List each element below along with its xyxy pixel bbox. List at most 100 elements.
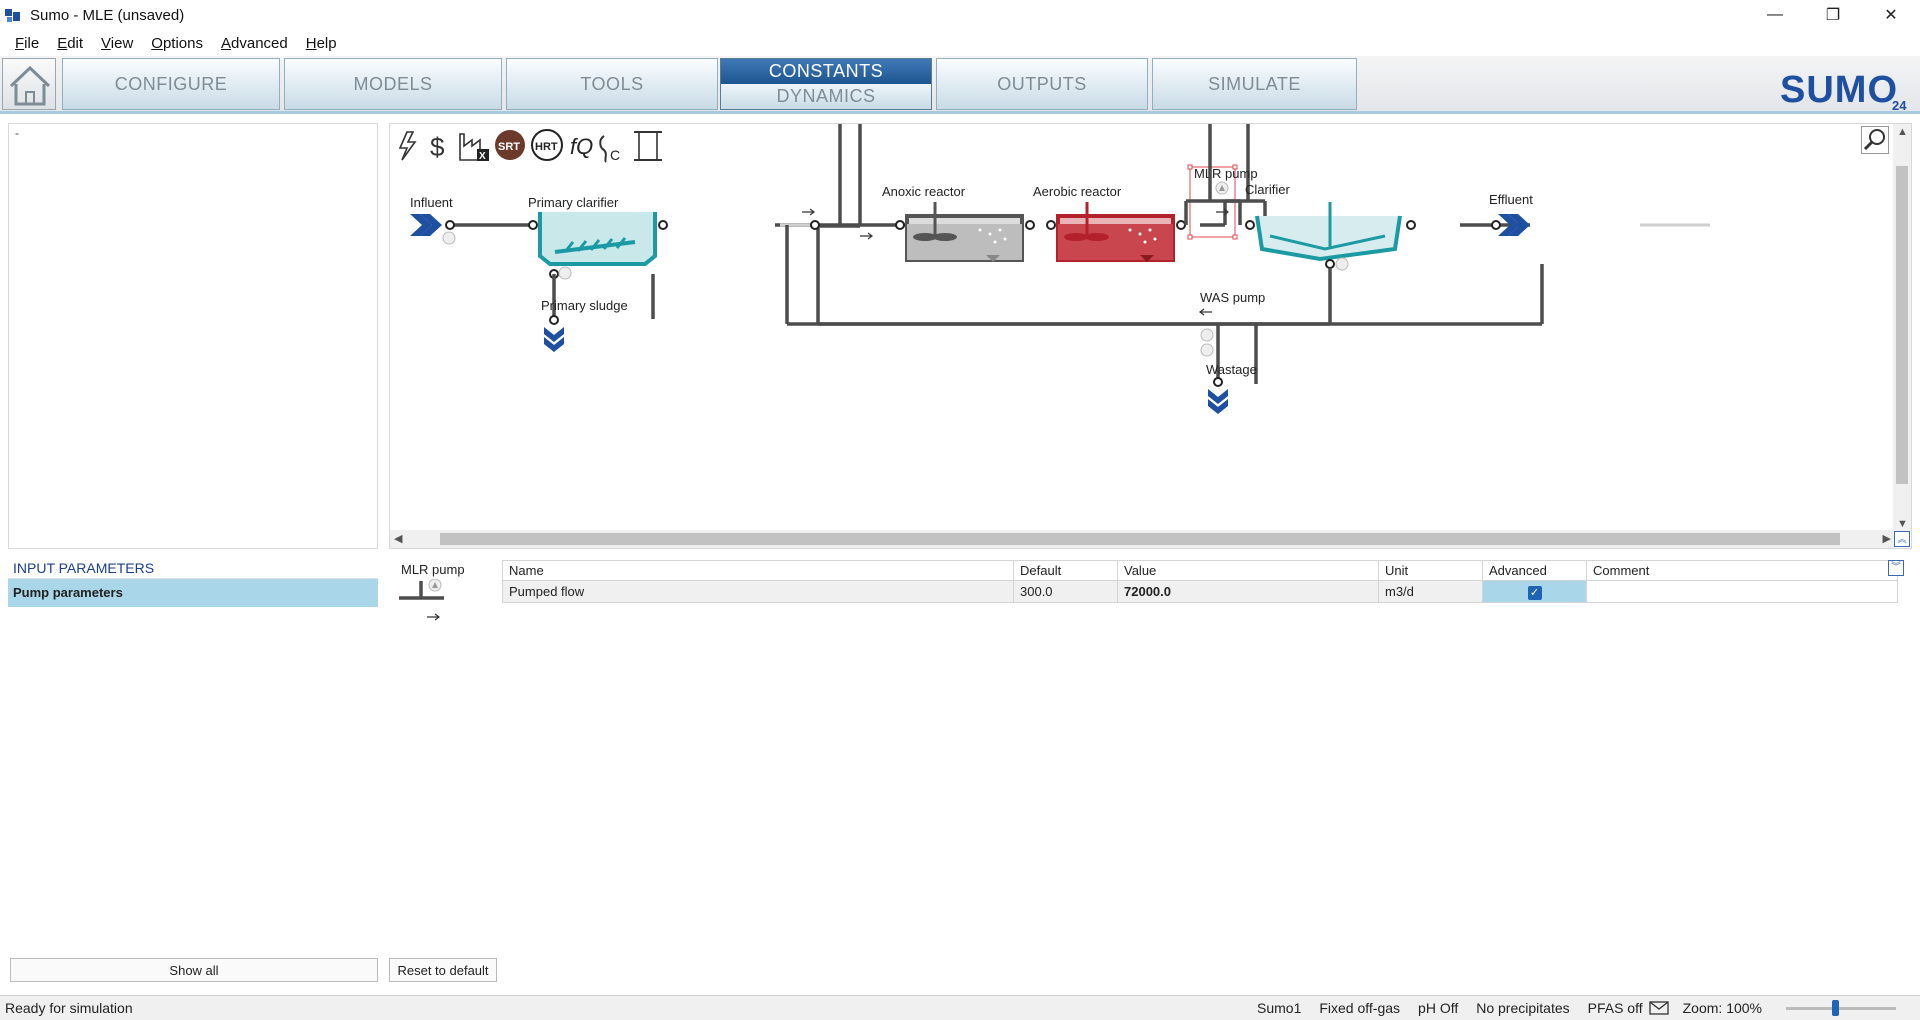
menu-help[interactable]: Help: [297, 35, 346, 52]
vertical-scroll-thumb[interactable]: [1896, 166, 1908, 484]
svg-text:SRT: SRT: [498, 141, 520, 153]
clarifier-label: Clarifier: [1245, 182, 1290, 197]
primary-sludge-block[interactable]: Primary sludge: [541, 274, 628, 352]
lightning-icon[interactable]: [398, 131, 417, 161]
reset-to-default-button[interactable]: Reset to default: [389, 958, 497, 982]
mail-icon[interactable]: [1648, 1001, 1669, 1015]
primary-sludge-label: Primary sludge: [541, 298, 628, 313]
svg-text:24: 24: [1892, 98, 1907, 112]
status-zoom: Zoom: 100%: [1682, 1000, 1762, 1016]
menu-view[interactable]: View: [92, 35, 142, 52]
horizontal-scroll-thumb[interactable]: [440, 533, 1840, 545]
selected-unit-label: MLR pump: [401, 562, 465, 577]
menu-options[interactable]: Options: [142, 35, 212, 52]
svg-text:$: $: [430, 132, 445, 162]
column-name[interactable]: Name: [502, 560, 1014, 581]
tab-simulate[interactable]: SIMULATE: [1152, 58, 1357, 110]
srt-icon[interactable]: SRT: [495, 130, 525, 160]
zoom-slider[interactable]: [1786, 999, 1896, 1016]
checkbox-checked-icon[interactable]: ✓: [1527, 585, 1542, 600]
status-ph: pH Off: [1418, 1000, 1459, 1016]
wastage-label: Wastage: [1206, 362, 1257, 377]
tab-constants[interactable]: CONSTANTS: [721, 59, 931, 84]
expand-panel-icon[interactable]: ︽: [1894, 531, 1910, 547]
collapse-panel-icon[interactable]: ︾: [1888, 560, 1904, 576]
zoom-search-button[interactable]: [1861, 126, 1889, 154]
menu-help-rest: elp: [316, 34, 337, 52]
flowsheet-canvas[interactable]: $ X SRT HRT fQ C Influent Primary clarif…: [389, 123, 1912, 549]
window-title: Sumo - MLE (unsaved): [30, 6, 185, 24]
tab-models[interactable]: MODELS: [284, 58, 502, 110]
svg-text:HRT: HRT: [535, 141, 558, 153]
zoom-slider-handle[interactable]: [1832, 999, 1839, 1016]
column-advanced[interactable]: Advanced: [1482, 560, 1587, 581]
primary-clarifier-label: Primary clarifier: [528, 195, 619, 210]
svg-text:X: X: [479, 151, 486, 162]
param-advanced[interactable]: ✓: [1482, 580, 1587, 603]
table-row[interactable]: Pumped flow 300.0 72000.0 m3/d ✓: [502, 580, 1898, 603]
factory-cost-icon[interactable]: X: [459, 133, 489, 162]
tab-configure[interactable]: CONFIGURE: [62, 58, 280, 110]
horizontal-scrollbar[interactable]: ◀ ▶: [390, 530, 1895, 548]
status-message: Ready for simulation: [5, 1000, 133, 1016]
sumo-logo: SUMO 24: [1780, 69, 1907, 112]
svg-text:fQ: fQ: [570, 134, 593, 159]
menu-edit-rest: dit: [67, 34, 84, 52]
clarifier-block[interactable]: Clarifier: [1245, 182, 1416, 271]
scroll-right-icon[interactable]: ▶: [1883, 532, 1891, 545]
table-header: Name Default Value Unit Advanced Comment: [502, 560, 1898, 581]
was-pump-label: WAS pump: [1200, 290, 1265, 305]
wastage-block[interactable]: Wastage: [1206, 362, 1257, 414]
menu-edit[interactable]: Edit: [48, 35, 92, 52]
param-comment[interactable]: [1586, 580, 1898, 603]
minimize-button[interactable]: —: [1746, 0, 1804, 30]
effluent-label: Effluent: [1489, 192, 1533, 207]
aerobic-reactor-block[interactable]: Aerobic reactor: [1033, 184, 1186, 262]
home-icon: [9, 65, 51, 106]
parameter-table: Name Default Value Unit Advanced Comment…: [502, 560, 1898, 603]
aerobic-reactor-label: Aerobic reactor: [1033, 184, 1122, 199]
vertical-scrollbar[interactable]: ▲ ▼: [1893, 124, 1911, 532]
flowsheet-drawing: $ X SRT HRT fQ C Influent Primary clarif…: [398, 124, 1710, 414]
scroll-left-icon[interactable]: ◀: [394, 532, 402, 545]
restore-button[interactable]: ❐: [1804, 0, 1862, 30]
footprint-c-icon[interactable]: C: [599, 135, 620, 163]
scroll-up-icon[interactable]: ▲: [1897, 126, 1908, 138]
status-bar: Ready for simulation Sumo1 Fixed off-gas…: [0, 995, 1920, 1020]
menu-advanced[interactable]: Advanced: [212, 35, 297, 52]
scroll-icon[interactable]: [634, 131, 662, 161]
show-all-button[interactable]: Show all: [10, 958, 378, 982]
parameters-area: MLR pump Name Default Value Unit Advance…: [389, 557, 1912, 957]
hrt-icon[interactable]: HRT: [531, 129, 563, 161]
status-offgas: Fixed off-gas: [1319, 1000, 1401, 1016]
menu-file[interactable]: File: [6, 35, 48, 52]
menu-bar: File Edit View Options Advanced Help: [0, 30, 1920, 56]
column-comment[interactable]: Comment: [1586, 560, 1898, 581]
effluent-block[interactable]: Effluent: [1489, 192, 1533, 236]
scroll-down-icon[interactable]: ▼: [1897, 518, 1908, 530]
menu-view-rest: iew: [110, 34, 134, 52]
project-tree[interactable]: -: [8, 123, 378, 549]
tab-outputs[interactable]: OUTPUTS: [936, 58, 1148, 110]
tree-root[interactable]: -: [15, 126, 19, 140]
primary-clarifier-block[interactable]: Primary clarifier: [528, 195, 668, 280]
menu-file-rest: ile: [24, 34, 40, 52]
pump-icon: [399, 579, 444, 621]
column-default[interactable]: Default: [1013, 560, 1118, 581]
tab-dynamics[interactable]: DYNAMICS: [721, 84, 931, 109]
anoxic-reactor-block[interactable]: Anoxic reactor: [882, 184, 1035, 262]
dollar-icon[interactable]: $: [430, 132, 445, 162]
home-button[interactable]: [2, 58, 56, 110]
param-value[interactable]: 72000.0: [1117, 580, 1379, 603]
tab-tools[interactable]: TOOLS: [506, 58, 718, 110]
status-model: Sumo1: [1257, 1000, 1302, 1016]
svg-text:SUMO: SUMO: [1780, 69, 1898, 111]
function-q-icon[interactable]: fQ: [570, 134, 593, 159]
column-value[interactable]: Value: [1117, 560, 1379, 581]
status-pfas: PFAS off: [1587, 1000, 1643, 1016]
close-button[interactable]: ✕: [1862, 0, 1920, 30]
parameter-group-pump[interactable]: Pump parameters: [8, 579, 378, 607]
influent-block[interactable]: Influent: [410, 195, 456, 245]
column-unit[interactable]: Unit: [1378, 560, 1483, 581]
param-name: Pumped flow: [502, 580, 1014, 603]
